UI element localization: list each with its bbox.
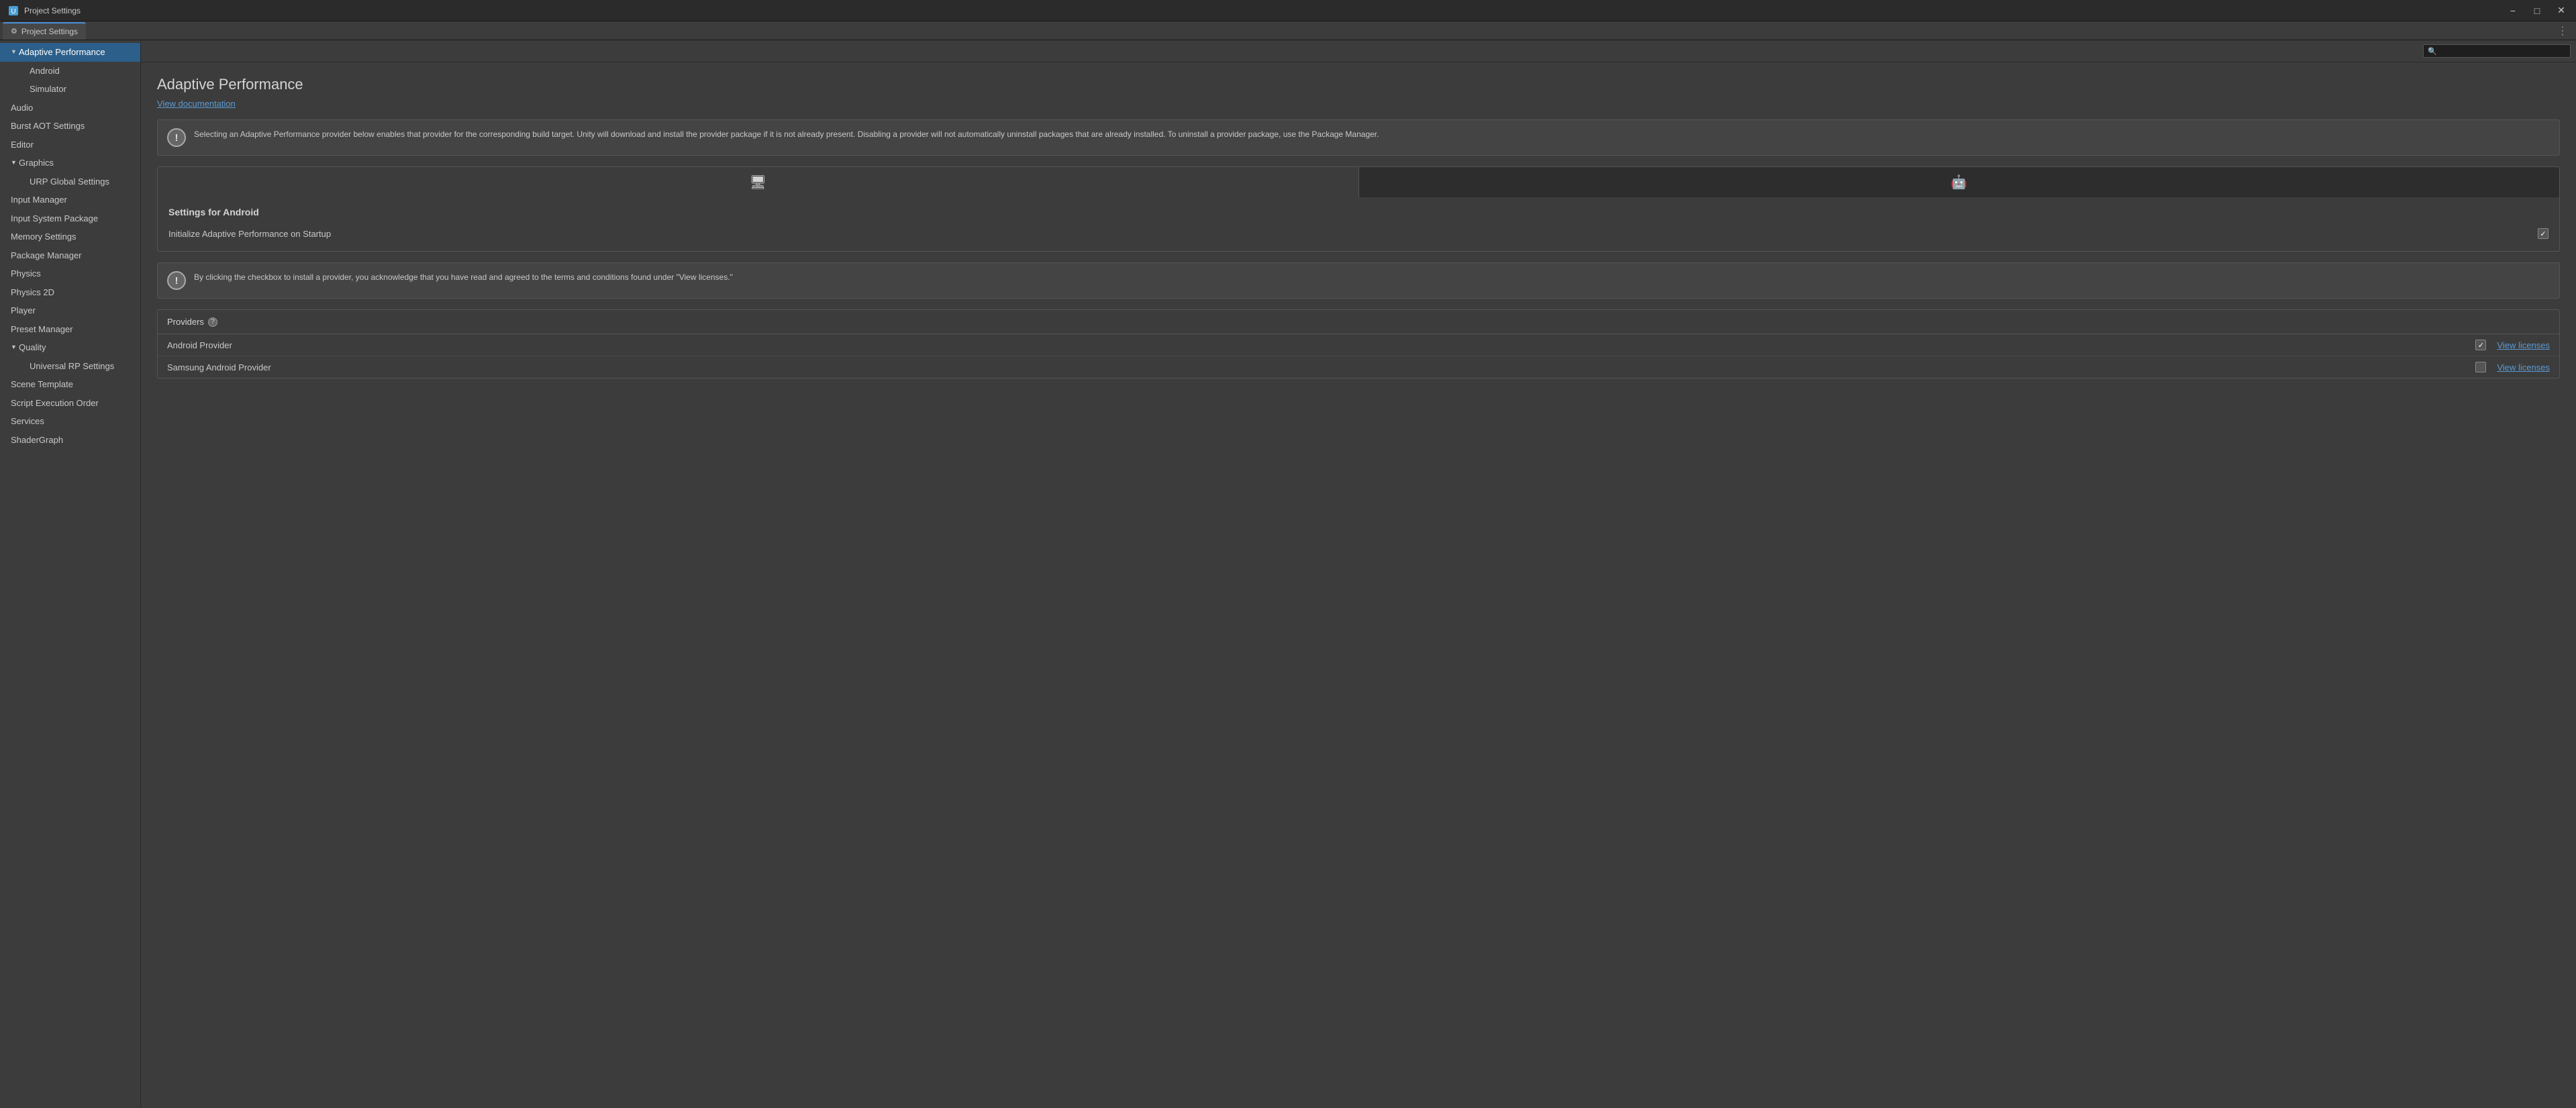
sidebar-item-input-manager[interactable]: Input Manager [0,191,140,209]
sidebar-item-script-execution[interactable]: Script Execution Order [0,394,140,413]
view-documentation-link[interactable]: View documentation [157,99,236,109]
sidebar-item-label: ShaderGraph [11,434,63,447]
sidebar-item-quality[interactable]: ▼ Quality [0,338,140,357]
sidebar-item-label: Physics 2D [11,286,54,299]
sidebar-item-label: Physics [11,267,41,281]
sidebar-item-package-manager[interactable]: Package Manager [0,246,140,265]
sidebar: ▼ Adaptive Performance Android Simulator Au… [0,40,141,1108]
android-provider-row: Android Provider View licenses [158,334,2559,356]
page-title: Adaptive Performance [157,76,2560,93]
sidebar-item-label: Memory Settings [11,230,77,244]
info-text: Selecting an Adaptive Performance provid… [194,128,1379,141]
sidebar-item-services[interactable]: Services [0,412,140,431]
providers-header: Providers ? [158,310,2559,334]
tab-label: Project Settings [21,27,78,36]
providers-section: Providers ? Android Provider View licens… [157,309,2560,379]
content-area: Adaptive Performance View documentation … [141,62,2576,1108]
sidebar-item-label: Simulator [30,83,66,96]
minimize-button[interactable]: − [2506,4,2520,17]
sidebar-item-label: Package Manager [11,249,82,262]
tab-project-settings[interactable]: ⚙ Project Settings [3,22,86,40]
sidebar-item-label: Audio [11,101,33,115]
sidebar-item-label: Universal RP Settings [30,360,114,373]
sidebar-item-label: Input System Package [11,212,98,225]
sidebar-item-urp-global[interactable]: URP Global Settings [0,172,140,191]
tab-more-button[interactable]: ⋮ [2552,24,2573,38]
window-controls: − □ ✕ [2506,4,2568,17]
content-wrapper: 🔍 Adaptive Performance View documentatio… [141,40,2576,1108]
info-box: ! Selecting an Adaptive Performance prov… [157,119,2560,156]
sidebar-item-label: Player [11,304,36,317]
main-container: ▼ Adaptive Performance Android Simulator Au… [0,40,2576,1108]
svg-text:U: U [11,8,15,15]
android-view-licenses-link[interactable]: View licenses [2497,340,2550,350]
android-icon: 🤖 [1950,174,1967,191]
sidebar-item-label: URP Global Settings [30,175,109,189]
triangle-icon: ▼ [11,158,19,168]
platform-tabs: 🖥 🤖 [157,166,2560,197]
samsung-provider-name: Samsung Android Provider [167,362,2475,372]
warning-text: By clicking the checkbox to install a pr… [194,271,733,284]
warning-icon: ! [167,271,186,290]
search-input[interactable] [2440,46,2566,56]
sidebar-item-graphics[interactable]: ▼ Graphics [0,154,140,172]
tab-bar: ⚙ Project Settings ⋮ [0,21,2576,40]
initialize-checkbox[interactable] [2538,228,2548,239]
sidebar-item-simulator[interactable]: Simulator [0,80,140,99]
triangle-icon: ▼ [11,48,19,57]
sidebar-item-label: Editor [11,138,34,152]
sidebar-item-input-system[interactable]: Input System Package [0,209,140,228]
sidebar-item-label: Input Manager [11,193,67,207]
restore-button[interactable]: □ [2530,4,2544,17]
settings-for-android-title: Settings for Android [168,207,2548,217]
sidebar-item-android[interactable]: Android [0,62,140,81]
samsung-view-licenses-link[interactable]: View licenses [2497,362,2550,372]
sidebar-item-universal-rp[interactable]: Universal RP Settings [0,357,140,376]
sidebar-item-audio[interactable]: Audio [0,99,140,117]
title-bar: U Project Settings − □ ✕ [0,0,2576,21]
sidebar-item-label: Adaptive Performance [19,46,105,59]
search-bar-row: 🔍 [141,40,2576,62]
settings-panel: Settings for Android Initialize Adaptive… [157,197,2560,252]
desktop-icon: 🖥 [750,174,766,191]
samsung-provider-row: Samsung Android Provider View licenses [158,356,2559,378]
sidebar-item-burst-aot[interactable]: Burst AOT Settings [0,117,140,136]
initialize-label: Initialize Adaptive Performance on Start… [168,229,2538,239]
sidebar-item-memory-settings[interactable]: Memory Settings [0,228,140,246]
window-title: Project Settings [24,6,2506,15]
android-provider-checkbox[interactable] [2475,340,2486,350]
info-icon: ! [167,128,186,147]
sidebar-item-editor[interactable]: Editor [0,136,140,154]
sidebar-item-label: Preset Manager [11,323,73,336]
close-button[interactable]: ✕ [2555,4,2568,17]
sidebar-item-adaptive-performance[interactable]: ▼ Adaptive Performance [0,43,140,62]
sidebar-item-scene-template[interactable]: Scene Template [0,375,140,394]
sidebar-item-shadergraph[interactable]: ShaderGraph [0,431,140,450]
samsung-provider-checkbox[interactable] [2475,362,2486,372]
providers-label: Providers [167,317,204,327]
app-icon: U [8,5,19,16]
android-provider-name: Android Provider [167,340,2475,350]
sidebar-item-label: Graphics [19,156,54,170]
sidebar-item-label: Burst AOT Settings [11,119,85,133]
sidebar-item-label: Script Execution Order [11,397,99,410]
initialize-row: Initialize Adaptive Performance on Start… [168,225,2548,242]
sidebar-item-player[interactable]: Player [0,301,140,320]
sidebar-item-label: Scene Template [11,378,73,391]
sidebar-item-physics-2d[interactable]: Physics 2D [0,283,140,302]
triangle-icon: ▼ [11,343,19,352]
tab-desktop[interactable]: 🖥 [158,167,1359,197]
sidebar-item-label: Android [30,64,60,78]
sidebar-item-physics[interactable]: Physics [0,264,140,283]
sidebar-item-preset-manager[interactable]: Preset Manager [0,320,140,339]
search-icon: 🔍 [2428,47,2437,56]
sidebar-item-label: Services [11,415,44,428]
providers-help-icon[interactable]: ? [208,317,217,327]
gear-icon: ⚙ [11,27,17,36]
warning-box: ! By clicking the checkbox to install a … [157,262,2560,299]
tab-android[interactable]: 🤖 [1359,167,2560,197]
sidebar-item-label: Quality [19,341,46,354]
search-wrap[interactable]: 🔍 [2423,44,2571,58]
